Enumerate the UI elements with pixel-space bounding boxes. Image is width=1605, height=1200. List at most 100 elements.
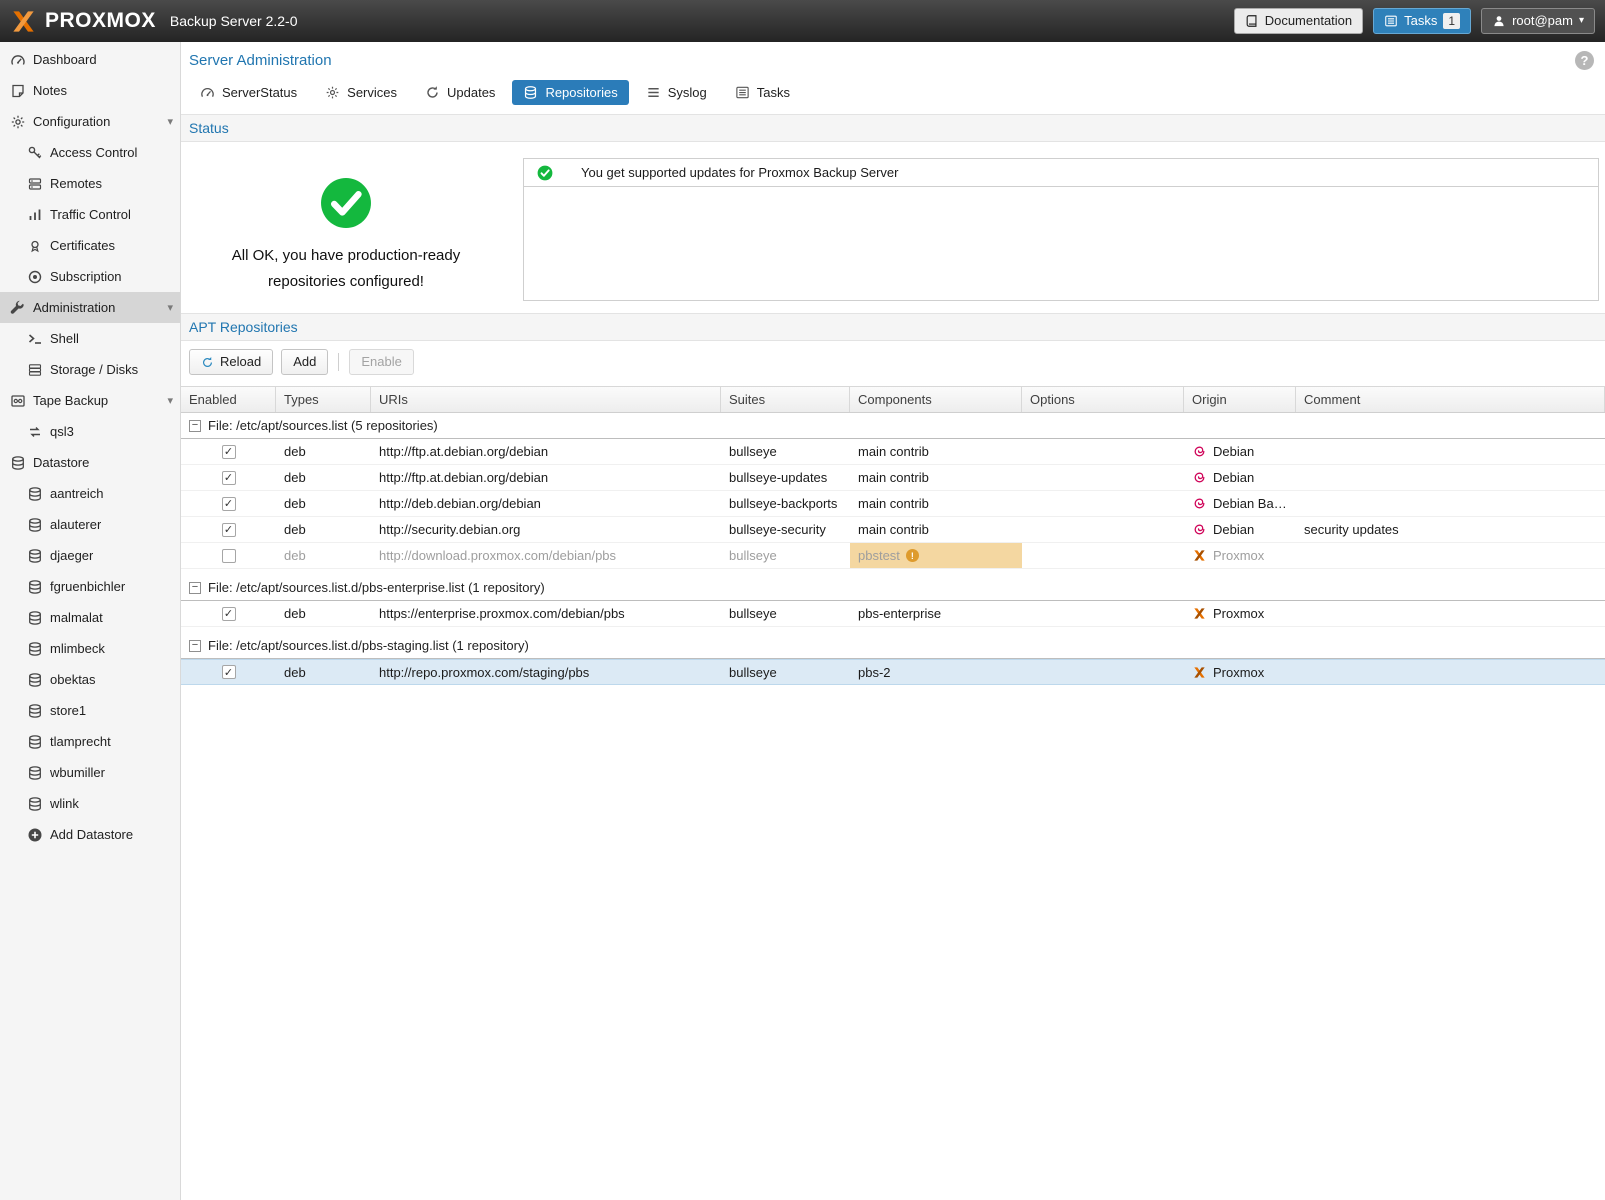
sidebar-item-datastore-obektas[interactable]: obektas [0,664,180,695]
tab-label: Updates [447,85,495,100]
enabled-checkbox[interactable] [222,445,236,459]
sidebar-item-datastore-store1[interactable]: store1 [0,695,180,726]
collapse-icon[interactable] [189,640,201,652]
origin-cell: Proxmox [1184,601,1296,626]
tab-syslog[interactable]: Syslog [635,80,718,105]
sidebar-item-qsl3[interactable]: qsl3 [0,416,180,447]
brand-name: PROXMOX [45,9,156,33]
sidebar-item-label: wlink [50,796,79,811]
sidebar-item-datastore-mlimbeck[interactable]: mlimbeck [0,633,180,664]
table-row[interactable]: deb http://ftp.at.debian.org/debian bull… [181,465,1605,491]
sidebar-item-datastore-malmalat[interactable]: malmalat [0,602,180,633]
enabled-checkbox[interactable] [222,497,236,511]
sidebar-item-datastore[interactable]: Datastore [0,447,180,478]
sidebar-item-tape-backup[interactable]: Tape Backup ▾ [0,385,180,416]
table-row[interactable]: deb http://security.debian.org bullseye-… [181,517,1605,543]
sidebar-item-datastore-djaeger[interactable]: djaeger [0,540,180,571]
origin-cell: Proxmox [1184,660,1296,684]
sidebar-item-datastore-fgruenbichler[interactable]: fgruenbichler [0,571,180,602]
tab-tasks[interactable]: Tasks [724,80,801,105]
suites-cell: bullseye-security [721,517,850,542]
sidebar-item-datastore-aantreich[interactable]: aantreich [0,478,180,509]
database-icon [27,579,43,595]
sidebar-item-datastore-alauterer[interactable]: alauterer [0,509,180,540]
column-header-components[interactable]: Components [850,387,1022,412]
tab-label: Syslog [668,85,707,100]
sidebar-item-storage-disks[interactable]: Storage / Disks [0,354,180,385]
enabled-cell [181,439,276,464]
chevron-down-icon[interactable]: ▾ [167,115,173,128]
table-row[interactable]: deb https://enterprise.proxmox.com/debia… [181,601,1605,627]
column-header-types[interactable]: Types [276,387,371,412]
sidebar-item-administration[interactable]: Administration ▾ [0,292,180,323]
enabled-checkbox[interactable] [222,665,236,679]
enabled-checkbox[interactable] [222,523,236,537]
group-header-sources-list[interactable]: File: /etc/apt/sources.list (5 repositor… [181,413,1605,439]
database-icon [523,85,538,100]
column-header-origin[interactable]: Origin [1184,387,1296,412]
user-menu-button[interactable]: root@pam ▾ [1481,8,1595,34]
enable-button[interactable]: Enable [349,349,413,375]
gauge-icon [200,85,215,100]
sidebar-item-datastore-wlink[interactable]: wlink [0,788,180,819]
sidebar-item-dashboard[interactable]: Dashboard [0,44,180,75]
tab-updates[interactable]: Updates [414,80,506,105]
gear-icon [325,85,340,100]
tape-icon [10,393,26,409]
sidebar-item-access-control[interactable]: Access Control [0,137,180,168]
sidebar-item-subscription[interactable]: Subscription [0,261,180,292]
group-header-pbs-enterprise[interactable]: File: /etc/apt/sources.list.d/pbs-enterp… [181,575,1605,601]
enabled-checkbox[interactable] [222,549,236,563]
sidebar-item-add-datastore[interactable]: Add Datastore [0,819,180,850]
column-header-comment[interactable]: Comment [1296,387,1605,412]
table-header: Enabled Types URIs Suites Components Opt… [181,386,1605,413]
sidebar-item-datastore-tlamprecht[interactable]: tlamprecht [0,726,180,757]
enabled-cell [181,491,276,516]
sidebar-item-remotes[interactable]: Remotes [0,168,180,199]
tab-repositories[interactable]: Repositories [512,80,628,105]
chevron-down-icon[interactable]: ▾ [167,301,173,314]
status-section-title: Status [189,120,229,136]
column-header-suites[interactable]: Suites [721,387,850,412]
suites-cell: bullseye [721,660,850,684]
sidebar-item-datastore-wbumiller[interactable]: wbumiller [0,757,180,788]
sidebar-item-shell[interactable]: Shell [0,323,180,354]
sidebar-item-label: tlamprecht [50,734,111,749]
tab-services[interactable]: Services [314,80,408,105]
table-row[interactable]: deb http://repo.proxmox.com/staging/pbs … [181,659,1605,685]
sidebar-item-notes[interactable]: Notes [0,75,180,106]
sidebar-item-label: Subscription [50,269,122,284]
column-header-options[interactable]: Options [1022,387,1184,412]
group-label: File: /etc/apt/sources.list (5 repositor… [208,418,438,433]
support-message: You get supported updates for Proxmox Ba… [581,165,898,180]
sidebar-item-traffic-control[interactable]: Traffic Control [0,199,180,230]
group-header-pbs-staging[interactable]: File: /etc/apt/sources.list.d/pbs-stagin… [181,633,1605,659]
tasks-count-badge: 1 [1443,13,1460,29]
table-row[interactable]: deb http://download.proxmox.com/debian/p… [181,543,1605,569]
user-icon [1492,14,1506,28]
enabled-checkbox[interactable] [222,471,236,485]
sidebar-item-configuration[interactable]: Configuration ▾ [0,106,180,137]
tab-bar: ServerStatus Services Updates Repositori… [181,79,1605,114]
enabled-checkbox[interactable] [222,607,236,621]
column-header-enabled[interactable]: Enabled [181,387,276,412]
apt-section-title: APT Repositories [189,319,298,335]
chevron-down-icon[interactable]: ▾ [167,394,173,407]
table-row[interactable]: deb http://ftp.at.debian.org/debian bull… [181,439,1605,465]
tasks-button[interactable]: Tasks 1 [1373,8,1471,34]
tab-serverstatus[interactable]: ServerStatus [189,80,308,105]
sidebar-item-label: Configuration [33,114,110,129]
reload-button[interactable]: Reload [189,349,273,375]
sidebar-item-certificates[interactable]: Certificates [0,230,180,261]
help-icon[interactable]: ? [1575,51,1594,70]
collapse-icon[interactable] [189,420,201,432]
add-button[interactable]: Add [281,349,328,375]
subscription-icon [27,269,43,285]
collapse-icon[interactable] [189,582,201,594]
documentation-button[interactable]: Documentation [1234,8,1363,34]
column-header-uris[interactable]: URIs [371,387,721,412]
sidebar-item-label: Traffic Control [50,207,131,222]
group-label: File: /etc/apt/sources.list.d/pbs-enterp… [208,580,545,595]
table-row[interactable]: deb http://deb.debian.org/debian bullsey… [181,491,1605,517]
comment-cell: security updates [1296,517,1605,542]
